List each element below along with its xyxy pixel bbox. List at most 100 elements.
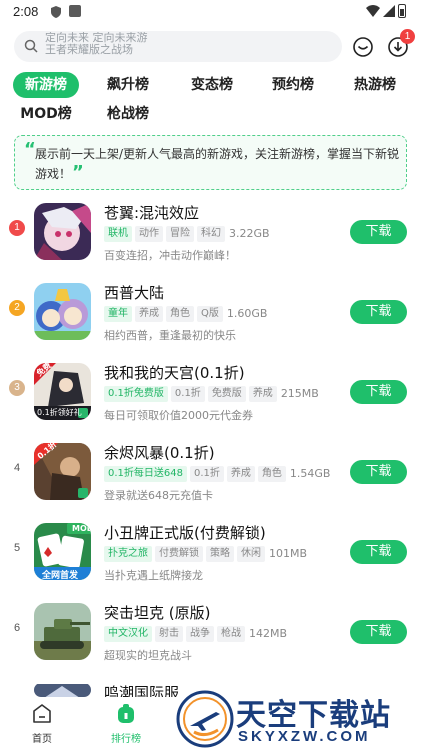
list-item[interactable]: 2 西普大陆 童年 养成 角色 Q版 1.60GB 相约西普，重逢最初的快乐 下载 (0, 273, 421, 353)
download-button[interactable]: 下载 (350, 540, 407, 564)
thumb-caption: 0.1折领好礼 (37, 408, 82, 417)
game-size: 215MB (280, 387, 319, 400)
tag: 休闲 (237, 546, 265, 562)
tag: 养成 (135, 306, 163, 322)
game-title: 小丑牌正式版(付费解锁) (104, 524, 266, 542)
download-button[interactable]: 下载 (350, 620, 407, 644)
list-item[interactable]: 6 突击坦克 (原版) 中文汉化 射击 战争 枪战 142MB 超现实的坦克战斗 下载 (0, 593, 421, 673)
game-tags: 联机 动作 冒险 科幻 3.22GB (104, 226, 270, 242)
thumb-banner: 全网首发 (42, 571, 79, 580)
tab-hot[interactable]: 热游榜 (345, 72, 405, 98)
search-placeholder: 定向未来 定向未来游 王者荣耀版之战场 (45, 32, 148, 56)
download-button[interactable]: 下载 (350, 300, 407, 324)
tag: 养成 (248, 386, 277, 402)
message-icon[interactable] (351, 35, 375, 59)
game-title: 西普大陆 (104, 284, 165, 302)
game-size: 101MB (269, 547, 308, 560)
list-item[interactable]: 4 0.1折 余烬风暴(0.1折) 0.1折每日送648 0.1折 养成 角色 1.54… (0, 433, 421, 513)
download-button[interactable]: 下载 (350, 220, 407, 244)
nav-home-label: 首页 (32, 734, 52, 745)
tag: 养成 (226, 466, 255, 482)
game-size: 3.22GB (229, 227, 270, 240)
tag: 0.1折 (170, 386, 205, 402)
game-icon[interactable]: 免费 0.1折领好礼 (34, 363, 91, 420)
game-size: 142MB (249, 627, 288, 640)
tag: 付费解锁 (155, 546, 203, 562)
game-icon[interactable]: MOD 全网首发 (34, 523, 91, 580)
game-tags: 中文汉化 射击 战争 枪战 142MB (104, 626, 287, 642)
tag: 策略 (206, 546, 234, 562)
shield-icon (51, 6, 61, 18)
nav-home[interactable]: 首页 (12, 703, 72, 745)
site-watermark: 天空下载站 SKYXZW.COM (176, 690, 421, 748)
game-description: 超现实的坦克战斗 (104, 649, 192, 662)
game-tags: 扑克之旅 付费解锁 策略 休闲 101MB (104, 546, 307, 562)
tag: 科幻 (197, 226, 225, 242)
game-icon[interactable] (34, 603, 91, 660)
tag: 免费版 (207, 386, 246, 402)
home-icon (33, 704, 51, 723)
game-tags: 童年 养成 角色 Q版 1.60GB (104, 306, 267, 322)
app-notification-icon (69, 5, 81, 17)
game-icon[interactable]: 0.1折 (34, 443, 91, 500)
list-item[interactable]: 1 苍翼:混沌效应 联机 动作 冒险 科幻 3.22GB 百变连招，冲击动作巅峰！ 下载 (0, 193, 421, 273)
thumb-mod-label: MOD (72, 524, 91, 533)
search-icon (24, 39, 38, 53)
game-icon[interactable] (34, 683, 91, 697)
tab-preorder[interactable]: 预约榜 (263, 72, 323, 98)
game-size: 1.54GB (289, 467, 331, 480)
nav-ranking[interactable]: 排行榜 (96, 703, 156, 745)
game-icon[interactable] (34, 283, 91, 340)
game-description: 百变连招，冲击动作巅峰！ (104, 249, 236, 262)
tag: 角色 (257, 466, 286, 482)
tag: 射击 (155, 626, 183, 642)
ranking-notice: “ 展示前一天上架/更新人气最高的新游戏，关注新游榜，掌握当下新锐游戏！ ” (14, 135, 407, 190)
wifi-icon (366, 5, 380, 17)
game-description: 当扑克遇上纸牌接龙 (104, 569, 203, 582)
tab-rising[interactable]: 飙升榜 (98, 72, 158, 98)
tag: 0.1折免费版 (104, 386, 168, 402)
tag: 0.1折 (190, 466, 224, 482)
tag: 联机 (104, 226, 132, 242)
game-title: 突击坦克 (原版) (104, 604, 211, 622)
tab-new-games[interactable]: 新游榜 (13, 72, 79, 98)
game-icon[interactable] (34, 203, 91, 260)
game-description: 相约西普，重逢最初的快乐 (104, 329, 236, 342)
tag: 战争 (186, 626, 214, 642)
list-item[interactable]: 3 免费 0.1折领好礼 我和我的天宫(0.1折) 0.1折免费版 0.1折 免费版… (0, 353, 421, 433)
tab-shooter[interactable]: 枪战榜 (98, 101, 158, 127)
tag: 冒险 (166, 226, 194, 242)
tab-bt[interactable]: 变态榜 (182, 72, 242, 98)
battery-icon (398, 4, 406, 18)
game-tags: 0.1折每日送648 0.1折 养成 角色 1.54GB (104, 466, 330, 482)
tag: 中文汉化 (104, 626, 152, 642)
tag: 扑克之旅 (104, 546, 152, 562)
tag: 枪战 (217, 626, 245, 642)
list-item[interactable]: 5 MOD 全网首发 小丑牌正式版(付费解锁) 扑克之旅 付费解锁 策略 休闲 101M… (0, 513, 421, 593)
game-title: 我和我的天宫(0.1折) (104, 364, 245, 382)
tag: 0.1折每日送648 (104, 466, 187, 482)
rank-number: 5 (13, 542, 21, 554)
game-title: 苍翼:混沌效应 (104, 204, 200, 222)
search-bar[interactable]: 定向未来 定向未来游 王者荣耀版之战场 (14, 31, 342, 62)
nav-ranking-label: 排行榜 (111, 734, 141, 745)
status-time: 2:08 (13, 4, 39, 19)
tag: 动作 (135, 226, 163, 242)
tag: 角色 (166, 306, 194, 322)
game-description: 每日可领取价值2000元代金券 (104, 409, 253, 422)
notification-badge: 1 (400, 29, 415, 44)
close-quote-mark: ” (72, 162, 84, 183)
rank-number: 4 (13, 462, 21, 474)
tag: 童年 (104, 306, 132, 322)
signal-icon (383, 5, 395, 17)
game-description: 登录就送648元充值卡 (104, 489, 213, 502)
download-button[interactable]: 下载 (350, 380, 407, 404)
download-button[interactable]: 下载 (350, 460, 407, 484)
game-tags: 0.1折免费版 0.1折 免费版 养成 215MB (104, 386, 319, 402)
tab-mod[interactable]: MOD榜 (16, 101, 76, 127)
rank-number: 6 (13, 622, 21, 634)
watermark-en: SKYXZW.COM (238, 728, 371, 745)
rank-badge: 2 (9, 300, 25, 316)
tag: Q版 (197, 306, 223, 322)
game-size: 1.60GB (226, 307, 268, 320)
